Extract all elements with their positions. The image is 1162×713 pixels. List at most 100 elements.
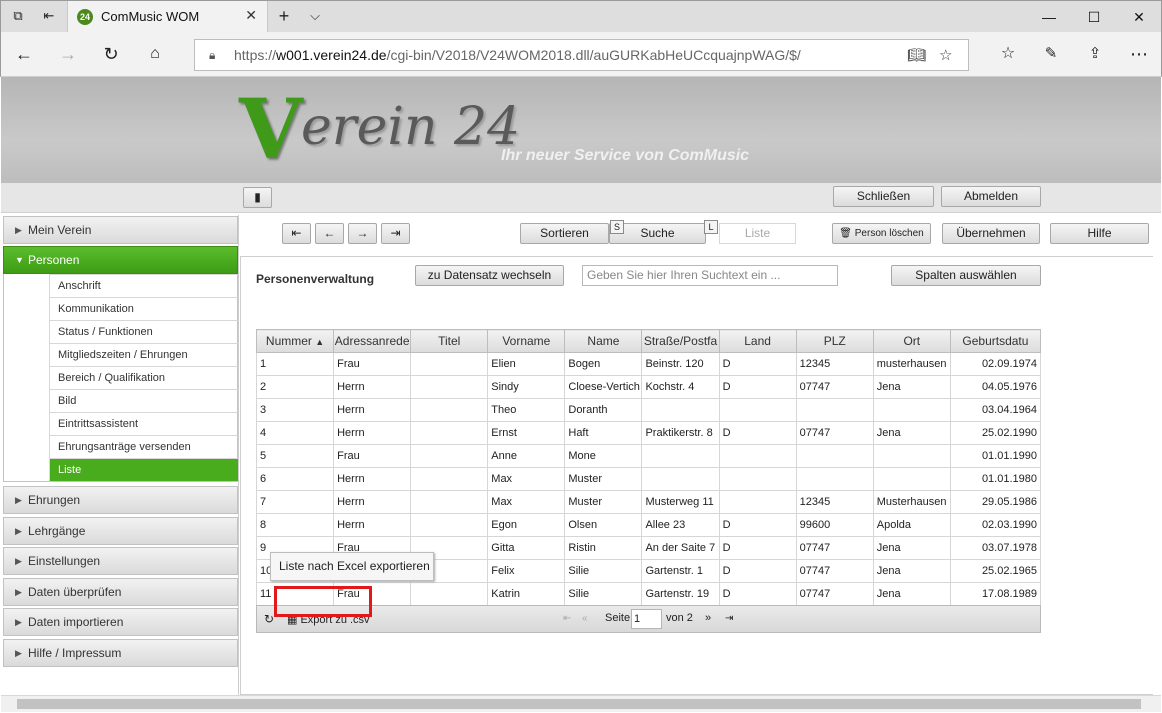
prev-page-icon[interactable]: « — [582, 613, 588, 624]
table-cell[interactable]: Jena — [872, 559, 951, 583]
col-header[interactable]: Adressanrede — [333, 329, 412, 353]
table-cell[interactable]: Doranth — [564, 398, 643, 422]
menu-item-mein-verein[interactable]: ▶ Mein Verein — [3, 216, 238, 244]
table-cell[interactable]: 2 — [255, 375, 335, 399]
tab-close-icon[interactable]: ✕ — [245, 7, 257, 24]
search-input[interactable]: Geben Sie hier Ihren Suchtext ein ... — [582, 265, 838, 286]
table-cell[interactable]: Ernst — [487, 421, 566, 445]
address-bar[interactable]: 🔒︎ https://w001.verein24.de/cgi-bin/V201… — [194, 39, 969, 71]
apply-button[interactable]: Übernehmen — [942, 223, 1040, 244]
col-header[interactable]: Nummer ▲ — [255, 329, 335, 353]
submenu-item-anschrift[interactable]: Anschrift — [49, 274, 238, 297]
submenu-item-bereich[interactable]: Bereich / Qualifikation — [49, 366, 238, 389]
col-header[interactable]: Geburtsdatu — [949, 329, 1042, 353]
close-button[interactable]: Schließen — [833, 186, 934, 207]
col-header[interactable]: Land — [718, 329, 797, 353]
table-cell[interactable]: 8 — [255, 513, 335, 537]
menu-item-daten-importieren[interactable]: ▶ Daten importieren — [3, 608, 238, 636]
table-cell[interactable]: Jena — [872, 421, 951, 445]
table-cell[interactable]: 17.08.1989 — [949, 582, 1042, 606]
refresh-icon[interactable]: ↻ — [99, 43, 123, 65]
menu-toggle-button[interactable]: ▮ — [243, 187, 272, 208]
table-cell[interactable]: Theo — [487, 398, 566, 422]
minimize-icon[interactable]: — — [1026, 1, 1072, 33]
table-row[interactable]: 2 Herrn Sindy Cloese-Vertich Kochstr. 4 D 0774… — [255, 375, 1042, 399]
table-cell[interactable] — [872, 444, 951, 468]
table-cell[interactable]: Muster — [564, 467, 643, 491]
table-cell[interactable]: 07747 — [795, 582, 874, 606]
scrollbar-thumb[interactable] — [17, 699, 1141, 709]
submenu-item-eintrittsassistent[interactable]: Eintrittsassistent — [49, 412, 238, 435]
maximize-icon[interactable]: ☐ — [1071, 1, 1117, 33]
last-page-icon[interactable]: ⇥ — [725, 613, 733, 624]
table-cell[interactable]: 29.05.1986 — [949, 490, 1042, 514]
table-cell[interactable] — [872, 398, 951, 422]
table-cell[interactable]: 07747 — [795, 375, 874, 399]
submenu-item-kommunikation[interactable]: Kommunikation — [49, 297, 238, 320]
table-cell[interactable]: Jena — [872, 536, 951, 560]
table-cell[interactable]: 01.01.1980 — [949, 467, 1042, 491]
logout-button[interactable]: Abmelden — [941, 186, 1041, 207]
table-cell[interactable]: D — [718, 513, 797, 537]
submenu-item-ehrungsantraege[interactable]: Ehrungsanträge versenden — [49, 435, 238, 458]
table-row[interactable]: 4 Herrn Ernst Haft Praktikerstr. 8 D 07747 Jena… — [255, 421, 1042, 445]
table-cell[interactable]: Herrn — [333, 467, 412, 491]
table-cell[interactable]: Herrn — [333, 398, 412, 422]
table-cell[interactable]: Katrin — [487, 582, 566, 606]
table-cell[interactable]: 07747 — [795, 536, 874, 560]
table-cell[interactable] — [410, 375, 489, 399]
first-page-icon[interactable]: ⇤ — [563, 613, 571, 624]
table-cell[interactable]: 3 — [255, 398, 335, 422]
table-cell[interactable]: Cloese-Vertich — [564, 375, 643, 399]
table-cell[interactable]: 02.09.1974 — [949, 352, 1042, 376]
col-header[interactable]: Ort — [872, 329, 951, 353]
table-cell[interactable]: Muster — [564, 490, 643, 514]
table-cell[interactable] — [410, 582, 489, 606]
table-row[interactable]: 11 Frau Katrin Silie Gartenstr. 19 D 07747 Jena… — [255, 582, 1042, 606]
table-cell[interactable]: Elien — [487, 352, 566, 376]
pen-icon[interactable]: ✎ — [1039, 43, 1063, 65]
table-cell[interactable]: 1 — [255, 352, 335, 376]
table-cell[interactable]: 25.02.1990 — [949, 421, 1042, 445]
table-cell[interactable]: Felix — [487, 559, 566, 583]
table-cell[interactable]: D — [718, 582, 797, 606]
table-cell[interactable] — [718, 467, 797, 491]
table-cell[interactable]: Kochstr. 4 — [641, 375, 720, 399]
tab-actions-icon[interactable]: ⧉ — [10, 8, 26, 24]
table-cell[interactable]: An der Saite 7 — [641, 536, 720, 560]
col-header[interactable]: Straße/Postfa — [641, 329, 720, 353]
table-cell[interactable]: musterhausen — [872, 352, 951, 376]
table-cell[interactable]: 12345 — [795, 490, 874, 514]
table-cell[interactable]: Bogen — [564, 352, 643, 376]
next-page-icon[interactable]: » — [705, 612, 711, 624]
forward-icon[interactable]: → — [56, 43, 80, 65]
sort-button[interactable]: Sortieren — [520, 223, 609, 244]
table-cell[interactable]: Musterhausen — [872, 490, 951, 514]
table-cell[interactable]: Anne — [487, 444, 566, 468]
prev-record-button[interactable]: ← — [315, 223, 344, 244]
table-cell[interactable]: D — [718, 536, 797, 560]
reading-view-icon[interactable]: 📖︎ — [907, 46, 926, 64]
table-cell[interactable]: Gartenstr. 1 — [641, 559, 720, 583]
table-cell[interactable]: Frau — [333, 444, 412, 468]
new-tab-icon[interactable]: + — [276, 7, 292, 25]
help-button[interactable]: Hilfe — [1050, 223, 1149, 244]
select-columns-button[interactable]: Spalten auswählen — [891, 265, 1041, 286]
table-cell[interactable] — [718, 444, 797, 468]
submenu-item-mitgliedszeiten[interactable]: Mitgliedszeiten / Ehrungen — [49, 343, 238, 366]
favorites-hub-icon[interactable]: ☆ — [996, 43, 1020, 65]
table-row[interactable]: 5 Frau Anne Mone 01.01.1990 — [255, 444, 1042, 468]
menu-item-hilfe-impressum[interactable]: ▶ Hilfe / Impressum — [3, 639, 238, 667]
table-cell[interactable]: Frau — [333, 352, 412, 376]
table-cell[interactable]: Max — [487, 490, 566, 514]
table-cell[interactable]: 04.05.1976 — [949, 375, 1042, 399]
menu-item-personen[interactable]: ▼ Personen — [3, 246, 238, 274]
table-cell[interactable]: Gitta — [487, 536, 566, 560]
menu-item-lehrgaenge[interactable]: ▶ Lehrgänge — [3, 517, 238, 545]
next-record-button[interactable]: → — [348, 223, 377, 244]
col-header[interactable]: Name — [564, 329, 643, 353]
list-button[interactable]: Liste — [719, 223, 796, 244]
table-cell[interactable]: Jena — [872, 375, 951, 399]
first-record-button[interactable]: ⇤ — [282, 223, 311, 244]
table-cell[interactable] — [718, 490, 797, 514]
